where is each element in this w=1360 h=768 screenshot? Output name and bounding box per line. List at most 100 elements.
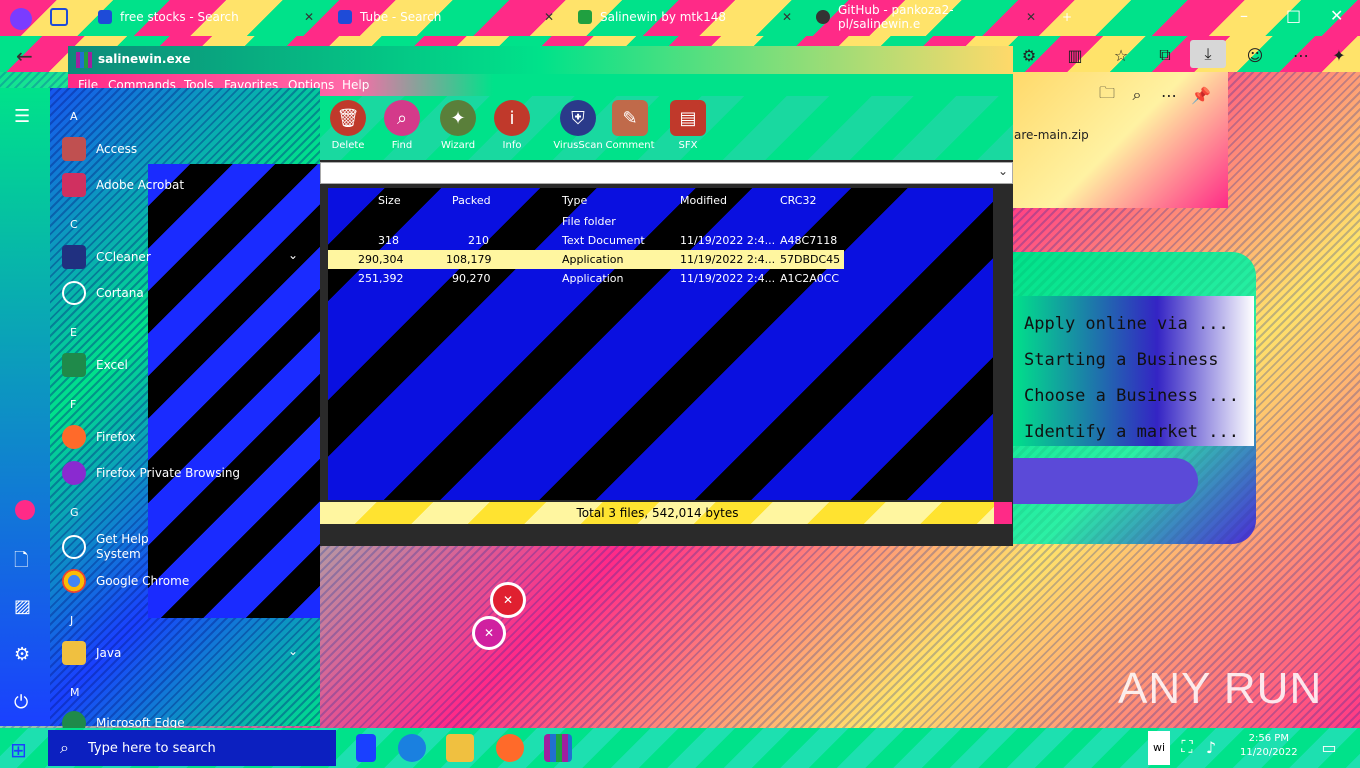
extensions-icon[interactable]: ⚙ [1018, 44, 1040, 66]
app-google-chrome[interactable]: Google Chrome [62, 566, 189, 596]
back-icon[interactable]: ← [16, 44, 33, 68]
error-icon: ✕ [490, 582, 526, 618]
table-row[interactable]: File folder [328, 212, 778, 231]
info-button[interactable]: i Info [484, 100, 540, 151]
menu-help[interactable]: Help [342, 78, 369, 92]
app-excel[interactable]: Excel [62, 350, 128, 380]
pictures-icon[interactable]: ▨ [14, 596, 31, 617]
github-icon [816, 10, 830, 24]
chevron-down-icon[interactable]: ⌄ [288, 248, 298, 262]
chevron-down-icon[interactable]: ⌄ [998, 164, 1008, 178]
edge-taskbar-icon[interactable] [398, 734, 426, 762]
web-link[interactable]: Identify a market ... [1024, 422, 1239, 442]
favorites-icon[interactable]: ☆ [1110, 44, 1132, 66]
close-icon[interactable]: ✕ [1026, 10, 1036, 24]
resize-grip[interactable] [994, 502, 1012, 524]
tray-app-label[interactable]: wi [1148, 731, 1170, 765]
app-java[interactable]: Java ⌄ [62, 638, 298, 668]
web-link[interactable]: Apply online via ... [1024, 314, 1229, 334]
app-ccleaner[interactable]: CCleaner ⌄ [62, 242, 298, 272]
search-downloads-icon[interactable]: ⌕ [1126, 84, 1148, 106]
tab-github[interactable]: GitHub - pankoza2-pl/salinewin.e ✕ [806, 2, 1046, 32]
more-options-icon[interactable]: ⋯ [1158, 84, 1180, 106]
notification-icon[interactable]: ▭ [1318, 736, 1340, 758]
tab-actions-icon[interactable] [50, 8, 68, 26]
firefox-taskbar-icon[interactable] [496, 734, 524, 762]
file-list[interactable]: Size Packed Type Modified CRC32 File fol… [328, 188, 993, 500]
hamburger-icon[interactable]: ☰ [14, 106, 30, 127]
table-row[interactable]: 251,392 90,270 Application 11/19/2022 2:… [328, 269, 839, 288]
info-icon: i [494, 100, 530, 136]
find-button[interactable]: ⌕ Find [374, 100, 430, 151]
split-screen-icon[interactable]: ▥ [1064, 44, 1086, 66]
virusscan-button[interactable]: ⛨ VirusScan [550, 100, 606, 151]
group-letter[interactable]: J [70, 614, 73, 627]
download-item[interactable]: are-main.zip [1014, 128, 1089, 142]
settings-more-icon[interactable]: ⋯ [1290, 44, 1312, 66]
trash-icon: 🗑 [330, 100, 366, 136]
minimize-icon[interactable]: – [1240, 6, 1248, 25]
help-icon [62, 535, 86, 559]
clock[interactable]: 2:56 PM 11/20/2022 [1240, 732, 1298, 760]
group-letter[interactable]: F [70, 398, 76, 411]
path-field[interactable]: ⌄ [320, 162, 1013, 184]
sfx-button[interactable]: ▤ SFX [660, 100, 716, 151]
downloads-icon[interactable]: ⤓ [1190, 40, 1226, 68]
settings-icon[interactable]: ⚙ [14, 644, 30, 665]
delete-button[interactable]: 🗑 Delete [320, 100, 376, 151]
close-icon[interactable]: ✕ [304, 10, 314, 24]
close-window-icon[interactable]: ✕ [1330, 6, 1343, 25]
group-letter[interactable]: C [70, 218, 78, 231]
wizard-button[interactable]: ✦ Wizard [430, 100, 486, 151]
comment-button[interactable]: ✎ Comment [602, 100, 658, 151]
winrar-titlebar[interactable]: salinewin.exe [68, 46, 1013, 74]
user-avatar[interactable] [15, 500, 35, 520]
winrar-taskbar-icon[interactable] [544, 734, 572, 762]
tab-free-stocks[interactable]: free stocks - Search ✕ [88, 2, 324, 32]
documents-icon[interactable]: 🗋 [14, 548, 28, 578]
task-view-icon[interactable] [356, 734, 376, 762]
app-adobe-acrobat[interactable]: Adobe Acrobat [62, 170, 184, 200]
app-firefox[interactable]: Firefox [62, 422, 136, 452]
group-letter[interactable]: E [70, 326, 77, 339]
table-row[interactable]: 318 210 Text Document 11/19/2022 2:4... … [328, 231, 837, 250]
close-icon[interactable]: ✕ [544, 10, 554, 24]
column-crc32[interactable]: CRC32 [780, 194, 816, 207]
open-folder-icon[interactable]: 🗀 [1096, 83, 1118, 106]
network-icon[interactable]: ⛶ [1176, 736, 1198, 758]
feedback-icon[interactable]: ☺ [1244, 44, 1266, 66]
error-icon: ✕ [472, 616, 506, 650]
maximize-icon[interactable]: □ [1286, 6, 1301, 25]
browser-tab-strip: free stocks - Search ✕ Tube - Search ✕ S… [0, 0, 1360, 36]
close-icon[interactable]: ✕ [782, 10, 792, 24]
taskbar-search[interactable]: ⌕ Type here to search [48, 730, 336, 766]
chevron-down-icon[interactable]: ⌄ [288, 644, 298, 658]
group-letter[interactable]: M [70, 686, 80, 699]
app-cortana[interactable]: Cortana [62, 278, 144, 308]
web-link[interactable]: Starting a Business [1024, 350, 1218, 370]
column-modified[interactable]: Modified [680, 194, 727, 207]
new-tab-button[interactable]: + [1052, 2, 1082, 32]
column-size[interactable]: Size [378, 194, 401, 207]
site-icon [578, 10, 592, 24]
group-letter[interactable]: G [70, 506, 79, 519]
profile-icon[interactable] [10, 8, 32, 30]
tab-tube-search[interactable]: Tube - Search ✕ [328, 2, 564, 32]
tab-salinewin[interactable]: Salinewin by mtk148 ✕ [568, 2, 802, 32]
group-letter[interactable]: A [70, 110, 78, 123]
collections-icon[interactable]: ⧉ [1154, 44, 1176, 66]
pin-icon[interactable]: 📌 [1190, 84, 1212, 106]
web-action-button[interactable] [1012, 458, 1198, 504]
power-icon[interactable]: ⏻ [14, 692, 28, 713]
copilot-icon[interactable]: ✦ [1328, 44, 1350, 66]
web-link[interactable]: Choose a Business ... [1024, 386, 1239, 406]
app-access[interactable]: Access [62, 134, 137, 164]
column-type[interactable]: Type [562, 194, 587, 207]
app-firefox-private[interactable]: Firefox Private Browsing [62, 458, 240, 488]
app-get-help[interactable]: Get Help System [62, 530, 149, 564]
windows-start-icon[interactable]: ⊞ [10, 738, 32, 762]
file-explorer-icon[interactable] [446, 734, 474, 762]
volume-icon[interactable]: ♪ [1200, 736, 1222, 758]
table-row[interactable]: 290,304 108,179 Application 11/19/2022 2… [328, 250, 844, 269]
column-packed[interactable]: Packed [452, 194, 491, 207]
